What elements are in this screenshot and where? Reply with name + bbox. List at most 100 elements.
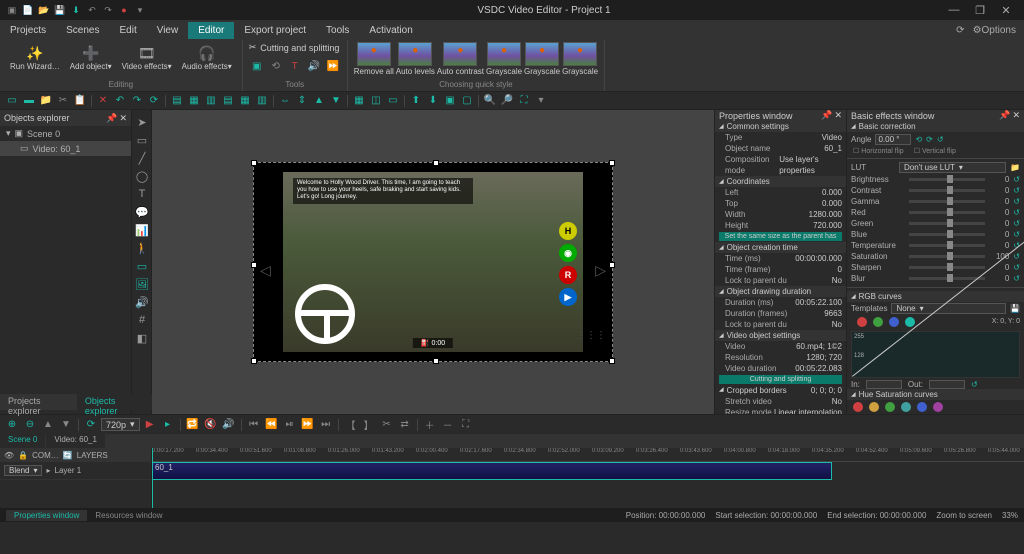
chart-icon[interactable]: 📊 <box>134 222 150 238</box>
menu-dots-icon[interactable]: ⋮⋮⋮ <box>576 330 606 341</box>
lock-header[interactable]: 🔒 <box>18 451 28 460</box>
coords-header[interactable]: Coordinates <box>715 176 846 187</box>
curve-out-input[interactable] <box>929 380 965 389</box>
prop-row[interactable]: Lock to parent duNo <box>715 319 846 330</box>
redo2-icon[interactable]: ↷ <box>129 94 145 108</box>
close-button[interactable]: ✕ <box>994 1 1018 19</box>
resolution-select[interactable]: 720p <box>101 418 140 431</box>
pointer-icon[interactable]: ➤ <box>134 114 150 130</box>
reset-icon[interactable]: ↺ <box>1013 197 1020 206</box>
prop-row[interactable]: Object name60_1 <box>715 143 846 154</box>
clip-icon[interactable]: ▬ <box>21 94 37 108</box>
add-object-button[interactable]: ➕ Add object▾ <box>66 42 116 73</box>
menu-scenes[interactable]: Scenes <box>56 22 109 39</box>
slider-track[interactable] <box>909 189 985 192</box>
slider-track[interactable] <box>909 233 985 236</box>
status-tab-resources[interactable]: Resources window <box>87 510 170 521</box>
align-right-icon[interactable]: ▥ <box>203 94 219 108</box>
curve-in-input[interactable] <box>866 380 902 389</box>
prop-row[interactable]: Width1280.000 <box>715 209 846 220</box>
pin-icon[interactable]: 📌 <box>106 113 117 124</box>
mark-in-icon[interactable]: 【 <box>343 418 359 432</box>
menu-view[interactable]: View <box>147 22 189 39</box>
zoom-in-icon[interactable]: 🔍 <box>482 94 498 108</box>
hue-blue[interactable] <box>917 402 927 412</box>
panel-close-icon[interactable]: ✕ <box>1012 110 1020 121</box>
person-icon[interactable]: 🚶 <box>134 240 150 256</box>
reset-icon[interactable]: ↺ <box>1013 208 1020 217</box>
vol-icon[interactable]: 🔊 <box>221 418 237 432</box>
lut-browse-icon[interactable]: 📁 <box>1010 163 1020 172</box>
tool-icon[interactable]: 🔊 <box>306 59 322 73</box>
subtitle-icon[interactable]: ◧ <box>134 330 150 346</box>
slider-contrast[interactable]: Contrast0↺ <box>847 185 1024 196</box>
speed-icon[interactable]: ⏩ <box>325 59 341 73</box>
tree-video[interactable]: ▭ Video: 60_1 <box>0 141 131 156</box>
canvas[interactable]: Welcome to Holly Wood Driver. This time,… <box>152 110 714 414</box>
rgb-curve-editor[interactable]: 255 128 <box>851 331 1020 378</box>
hue-red[interactable] <box>853 402 863 412</box>
reset-icon[interactable]: ↺ <box>1013 230 1020 239</box>
dropdown-icon[interactable]: ▾ <box>134 4 146 16</box>
group-icon[interactable]: ▣ <box>442 94 458 108</box>
prop-row[interactable]: Lock to parent duNo <box>715 275 846 286</box>
tooltip-icon[interactable]: 💬 <box>134 204 150 220</box>
fit-icon[interactable]: ⛶ <box>516 94 532 108</box>
slider-green[interactable]: Green0↺ <box>847 218 1024 229</box>
rgb-channel[interactable] <box>905 317 915 327</box>
tl-tab-video[interactable]: Video: 60_1 <box>46 434 105 448</box>
video-tool-icon[interactable]: ▭ <box>134 258 150 274</box>
open-icon[interactable]: 📂 <box>38 4 50 16</box>
hflip-check[interactable]: ☐ Horizontal flip <box>853 147 904 155</box>
slider-track[interactable] <box>909 222 985 225</box>
video-object[interactable]: Welcome to Holly Wood Driver. This time,… <box>253 162 613 362</box>
save-template-icon[interactable]: 💾 <box>1010 304 1020 313</box>
creation-header[interactable]: Object creation time <box>715 242 846 253</box>
drawing-header[interactable]: Object drawing duration <box>715 286 846 297</box>
cropped-header[interactable]: Cropped borders <box>719 385 787 396</box>
slider-temperature[interactable]: Temperature0↺ <box>847 240 1024 251</box>
mark-out-icon[interactable]: 】 <box>361 418 377 432</box>
prop-row[interactable]: Resize modeLinear interpolation <box>715 407 846 414</box>
pin-icon[interactable]: 📌 <box>999 110 1010 121</box>
align-bot-icon[interactable]: ▥ <box>254 94 270 108</box>
redo-icon[interactable]: ↷ <box>102 4 114 16</box>
refresh-tl-icon[interactable]: ⟳ <box>83 418 99 432</box>
slider-gamma[interactable]: Gamma0↺ <box>847 196 1024 207</box>
video-effects-button[interactable]: 🎞 Video effects▾ <box>118 42 176 73</box>
zoom-tl-in-icon[interactable]: ＋ <box>422 418 438 432</box>
pin-icon[interactable]: 📌 <box>821 110 832 121</box>
slider-brightness[interactable]: Brightness0↺ <box>847 174 1024 185</box>
prop-row[interactable]: Video60.mp4; 1©2 <box>715 341 846 352</box>
vis-header[interactable]: 👁 <box>4 451 14 460</box>
hue-header[interactable]: Hue Saturation curves <box>847 389 1024 400</box>
prop-row[interactable]: Resolution1280; 720 <box>715 352 846 363</box>
run-wizard-button[interactable]: ✨ Run Wizard… <box>6 42 64 73</box>
angle-input[interactable]: 0.00 ° <box>875 134 911 145</box>
rect-icon[interactable]: ▭ <box>134 132 150 148</box>
menu-tools[interactable]: Tools <box>316 22 359 39</box>
loop-icon[interactable]: 🔁 <box>185 418 201 432</box>
panel-close-icon[interactable]: ✕ <box>834 110 842 121</box>
panel-close-icon[interactable]: ✕ <box>119 113 127 124</box>
new-scene-icon[interactable]: ▭ <box>4 94 20 108</box>
reset-angle-icon[interactable]: ↺ <box>937 135 944 144</box>
sync-header[interactable]: 🔄 <box>63 451 73 460</box>
cut-split-button[interactable]: ✂ Cutting and splitting <box>249 42 340 53</box>
audio-tool-icon[interactable]: 🔊 <box>134 294 150 310</box>
reset-icon[interactable]: ↺ <box>1013 175 1020 184</box>
undo-icon[interactable]: ↶ <box>86 4 98 16</box>
refresh2-icon[interactable]: ⟳ <box>146 94 162 108</box>
slider-track[interactable] <box>909 244 985 247</box>
menu-projects[interactable]: Projects <box>0 22 56 39</box>
vflip-check[interactable]: ☐ Vertical flip <box>914 147 956 155</box>
layer-down-icon[interactable]: ⬇ <box>425 94 441 108</box>
next-frame-icon[interactable]: ▷ <box>595 262 606 279</box>
mute-icon[interactable]: 🔇 <box>203 418 219 432</box>
tree-scene[interactable]: ▾ ▣ Scene 0 <box>0 126 131 141</box>
reset-icon[interactable]: ↺ <box>1013 252 1020 261</box>
counter-icon[interactable]: # <box>134 312 150 328</box>
audio-effects-button[interactable]: 🎧 Audio effects▾ <box>178 42 236 73</box>
prop-row[interactable]: Duration (frames)9663 <box>715 308 846 319</box>
undo2-icon[interactable]: ↶ <box>112 94 128 108</box>
